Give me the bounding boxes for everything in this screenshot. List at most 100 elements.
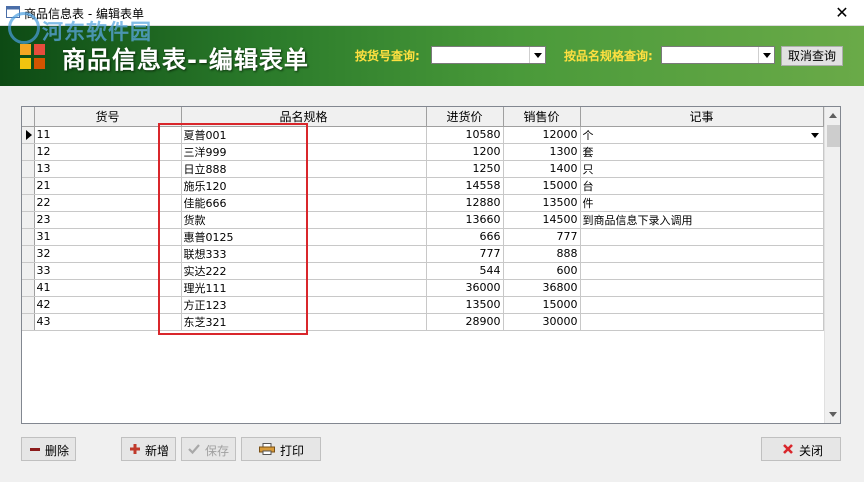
cell-cost[interactable]: 1200: [426, 143, 504, 161]
cell-sale[interactable]: 15000: [503, 177, 581, 195]
print-button[interactable]: 打印: [241, 437, 321, 461]
cell-cost[interactable]: 544: [426, 262, 504, 280]
cell-cost[interactable]: 13500: [426, 296, 504, 314]
cell-spec-text: 理光111: [183, 281, 227, 295]
cell-sale[interactable]: 13500: [503, 194, 581, 212]
cell-spec-text: 货款: [183, 213, 206, 227]
cell-id[interactable]: 41: [34, 279, 182, 297]
cell-cost[interactable]: 13660: [426, 211, 504, 229]
cell-sale[interactable]: 30000: [503, 313, 581, 331]
cell-spec[interactable]: 夏普001: [181, 126, 427, 144]
cell-sale[interactable]: 36800: [503, 279, 581, 297]
cell-id[interactable]: 32: [34, 245, 182, 263]
cell-spec[interactable]: 日立888: [181, 160, 427, 178]
table-header-row: 货号 品名规格 进货价 销售价 记事: [22, 107, 824, 127]
table-row[interactable]: 22 佳能666 12880 13500 件: [22, 194, 824, 212]
scroll-down-icon[interactable]: [825, 406, 840, 423]
scroll-thumb[interactable]: [827, 125, 840, 147]
cell-cost[interactable]: 36000: [426, 279, 504, 297]
table-row[interactable]: 42 方正123 13500 15000: [22, 296, 824, 314]
cell-note[interactable]: 只: [580, 160, 824, 178]
table-row[interactable]: 32 联想333 777 888: [22, 245, 824, 263]
column-header-cost[interactable]: 进货价: [426, 107, 504, 127]
product-grid[interactable]: 货号 品名规格 进货价 销售价 记事 11 夏普001 10580 12000 个 12 三…: [21, 106, 841, 424]
cell-id[interactable]: 21: [34, 177, 182, 195]
save-button[interactable]: 保存: [181, 437, 236, 461]
chevron-down-icon[interactable]: [758, 47, 774, 63]
cell-spec[interactable]: 施乐120: [181, 177, 427, 195]
cell-spec[interactable]: 货款: [181, 211, 427, 229]
column-header-note[interactable]: 记事: [580, 107, 824, 127]
cell-spec[interactable]: 惠普0125: [181, 228, 427, 246]
cell-note[interactable]: 到商品信息下录入调用: [580, 211, 824, 229]
table-row[interactable]: 41 理光111 36000 36800: [22, 279, 824, 297]
cell-spec[interactable]: 联想333: [181, 245, 427, 263]
cell-sale[interactable]: 14500: [503, 211, 581, 229]
column-header-spec[interactable]: 品名规格: [181, 107, 427, 127]
cell-note[interactable]: [580, 279, 824, 297]
cell-id[interactable]: 33: [34, 262, 182, 280]
table-row[interactable]: 21 施乐120 14558 15000 台: [22, 177, 824, 195]
table-row[interactable]: 13 日立888 1250 1400 只: [22, 160, 824, 178]
cell-id[interactable]: 42: [34, 296, 182, 314]
delete-button[interactable]: 删除: [21, 437, 76, 461]
cell-sale[interactable]: 1400: [503, 160, 581, 178]
row-indicator: [22, 160, 35, 178]
cell-sale[interactable]: 1300: [503, 143, 581, 161]
chevron-down-icon[interactable]: [529, 47, 545, 63]
cell-note[interactable]: 台: [580, 177, 824, 195]
cell-id[interactable]: 43: [34, 313, 182, 331]
cell-sale[interactable]: 777: [503, 228, 581, 246]
close-button[interactable]: 关闭: [761, 437, 841, 461]
cell-note[interactable]: [580, 313, 824, 331]
cell-spec[interactable]: 东芝321: [181, 313, 427, 331]
vertical-scrollbar[interactable]: [824, 107, 840, 423]
cell-spec[interactable]: 三洋999: [181, 143, 427, 161]
scroll-up-icon[interactable]: [825, 107, 840, 124]
cell-cost[interactable]: 1250: [426, 160, 504, 178]
cell-cost[interactable]: 28900: [426, 313, 504, 331]
cell-note[interactable]: [580, 262, 824, 280]
query-by-spec-combo[interactable]: [661, 46, 775, 64]
cell-spec[interactable]: 方正123: [181, 296, 427, 314]
table-row[interactable]: 33 实达222 544 600: [22, 262, 824, 280]
cell-id[interactable]: 13: [34, 160, 182, 178]
query-by-id-combo[interactable]: [431, 46, 546, 64]
cell-id[interactable]: 23: [34, 211, 182, 229]
table-row[interactable]: 12 三洋999 1200 1300 套: [22, 143, 824, 161]
cell-note[interactable]: 套: [580, 143, 824, 161]
table-row[interactable]: 43 东芝321 28900 30000: [22, 313, 824, 331]
cell-spec[interactable]: 佳能666: [181, 194, 427, 212]
cell-cost[interactable]: 12880: [426, 194, 504, 212]
table-row[interactable]: 31 惠普0125 666 777: [22, 228, 824, 246]
cell-note[interactable]: 件: [580, 194, 824, 212]
window-close-button[interactable]: ✕: [820, 0, 864, 26]
cell-note[interactable]: [580, 228, 824, 246]
cell-cost[interactable]: 14558: [426, 177, 504, 195]
column-header-sale[interactable]: 销售价: [503, 107, 581, 127]
cell-note[interactable]: [580, 245, 824, 263]
cell-id[interactable]: 31: [34, 228, 182, 246]
chevron-down-icon[interactable]: [810, 132, 819, 138]
cell-note[interactable]: [580, 296, 824, 314]
cell-sale[interactable]: 600: [503, 262, 581, 280]
cell-note[interactable]: 个: [580, 126, 824, 144]
cell-spec[interactable]: 实达222: [181, 262, 427, 280]
cancel-query-button[interactable]: 取消查询: [781, 46, 843, 66]
cell-sale[interactable]: 15000: [503, 296, 581, 314]
column-header-id[interactable]: 货号: [34, 107, 182, 127]
print-button-label: 打印: [280, 444, 305, 458]
cell-spec-text: 联想333: [183, 247, 227, 261]
cell-id[interactable]: 22: [34, 194, 182, 212]
cell-id[interactable]: 11: [34, 126, 182, 144]
cell-sale[interactable]: 888: [503, 245, 581, 263]
cell-cost[interactable]: 666: [426, 228, 504, 246]
table-row[interactable]: 23 货款 13660 14500 到商品信息下录入调用: [22, 211, 824, 229]
add-button[interactable]: 新增: [121, 437, 176, 461]
cell-cost[interactable]: 10580: [426, 126, 504, 144]
cell-id[interactable]: 12: [34, 143, 182, 161]
cell-spec[interactable]: 理光111: [181, 279, 427, 297]
table-row[interactable]: 11 夏普001 10580 12000 个: [22, 126, 824, 144]
cell-cost[interactable]: 777: [426, 245, 504, 263]
cell-sale[interactable]: 12000: [503, 126, 581, 144]
